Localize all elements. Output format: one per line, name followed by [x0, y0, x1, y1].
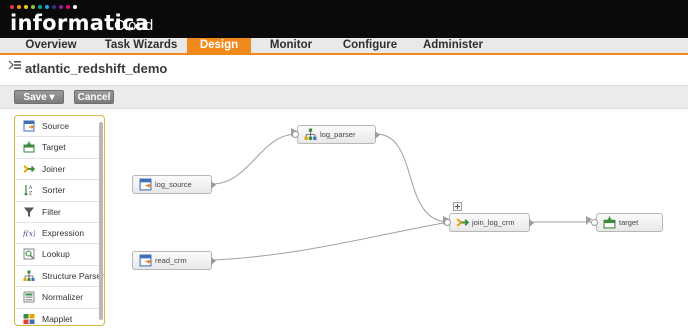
- palette-item-label: Joiner: [42, 163, 66, 174]
- palette-item-target[interactable]: Target: [15, 137, 99, 159]
- link-read-crm-to-join: [211, 221, 450, 261]
- palette-item-label: Normalizer: [42, 292, 84, 303]
- target-icon: [23, 141, 35, 153]
- source-icon: [139, 178, 152, 191]
- expand-icon[interactable]: [453, 202, 462, 211]
- svg-text:A: A: [29, 185, 33, 191]
- structure-parser-icon: [304, 128, 317, 140]
- node-log-parser[interactable]: log_parser: [292, 125, 380, 144]
- link-log-source-to-log-parser: [211, 133, 298, 185]
- palette-item-label: Target: [42, 142, 66, 153]
- source-icon: [23, 120, 35, 132]
- node-label: join_log_crm: [472, 218, 515, 227]
- input-port[interactable]: [292, 131, 299, 138]
- link-log-parser-to-join: [375, 133, 450, 223]
- joiner-icon: [23, 165, 35, 173]
- structure-parser-icon: [23, 270, 35, 281]
- filter-icon: [24, 207, 34, 217]
- output-port[interactable]: [211, 257, 216, 265]
- svg-text:Z: Z: [29, 191, 32, 197]
- node-label: read_crm: [155, 256, 187, 265]
- palette-item-filter[interactable]: Filter: [15, 202, 99, 223]
- palette-item-sorter[interactable]: A Z Sorter: [15, 180, 99, 202]
- output-port[interactable]: [211, 181, 216, 189]
- output-port[interactable]: [375, 131, 380, 139]
- palette-item-label: Filter: [42, 206, 61, 217]
- expression-icon: f(x): [23, 229, 35, 238]
- node-label: log_parser: [320, 130, 356, 139]
- transformation-palette: Source Target Joiner A Z Sorter Filter f…: [14, 115, 105, 326]
- lookup-icon: [23, 248, 35, 260]
- source-icon: [139, 254, 152, 267]
- normalizer-icon: [23, 291, 35, 303]
- node-log-source[interactable]: log_source: [132, 175, 216, 194]
- palette-item-label: Sorter: [42, 185, 66, 196]
- palette-item-label: Structure Parser: [42, 270, 104, 281]
- node-read-crm[interactable]: read_crm: [132, 251, 216, 270]
- sorter-icon: A Z: [24, 185, 33, 197]
- palette-item-expression[interactable]: f(x) Expression: [15, 223, 99, 245]
- joiner-icon: [456, 218, 469, 227]
- palette-item-label: Source: [42, 121, 69, 131]
- mapplet-icon: [23, 313, 35, 324]
- palette-item-source[interactable]: Source: [15, 116, 99, 138]
- palette-item-normalizer[interactable]: Normalizer: [15, 287, 99, 309]
- palette-item-label: Expression: [42, 228, 85, 238]
- palette-item-joiner[interactable]: Joiner: [15, 159, 99, 181]
- svg-text:f(x): f(x): [23, 229, 35, 238]
- node-target[interactable]: target: [591, 213, 663, 232]
- palette-item-label: Mapplet: [42, 313, 73, 324]
- input-port[interactable]: [591, 219, 598, 226]
- palette-item-mapplet[interactable]: Mapplet: [15, 309, 99, 325]
- node-label: log_source: [155, 180, 192, 189]
- output-port[interactable]: [529, 219, 534, 227]
- node-join-log-crm[interactable]: join_log_crm: [444, 213, 534, 232]
- palette-item-label: Lookup: [42, 249, 70, 260]
- node-label: target: [619, 218, 639, 227]
- input-port[interactable]: [444, 219, 451, 226]
- palette-item-structure-parser[interactable]: Structure Parser: [15, 266, 104, 288]
- target-icon: [603, 216, 616, 229]
- palette-scrollbar[interactable]: [99, 122, 103, 320]
- palette-item-lookup[interactable]: Lookup: [15, 244, 99, 266]
